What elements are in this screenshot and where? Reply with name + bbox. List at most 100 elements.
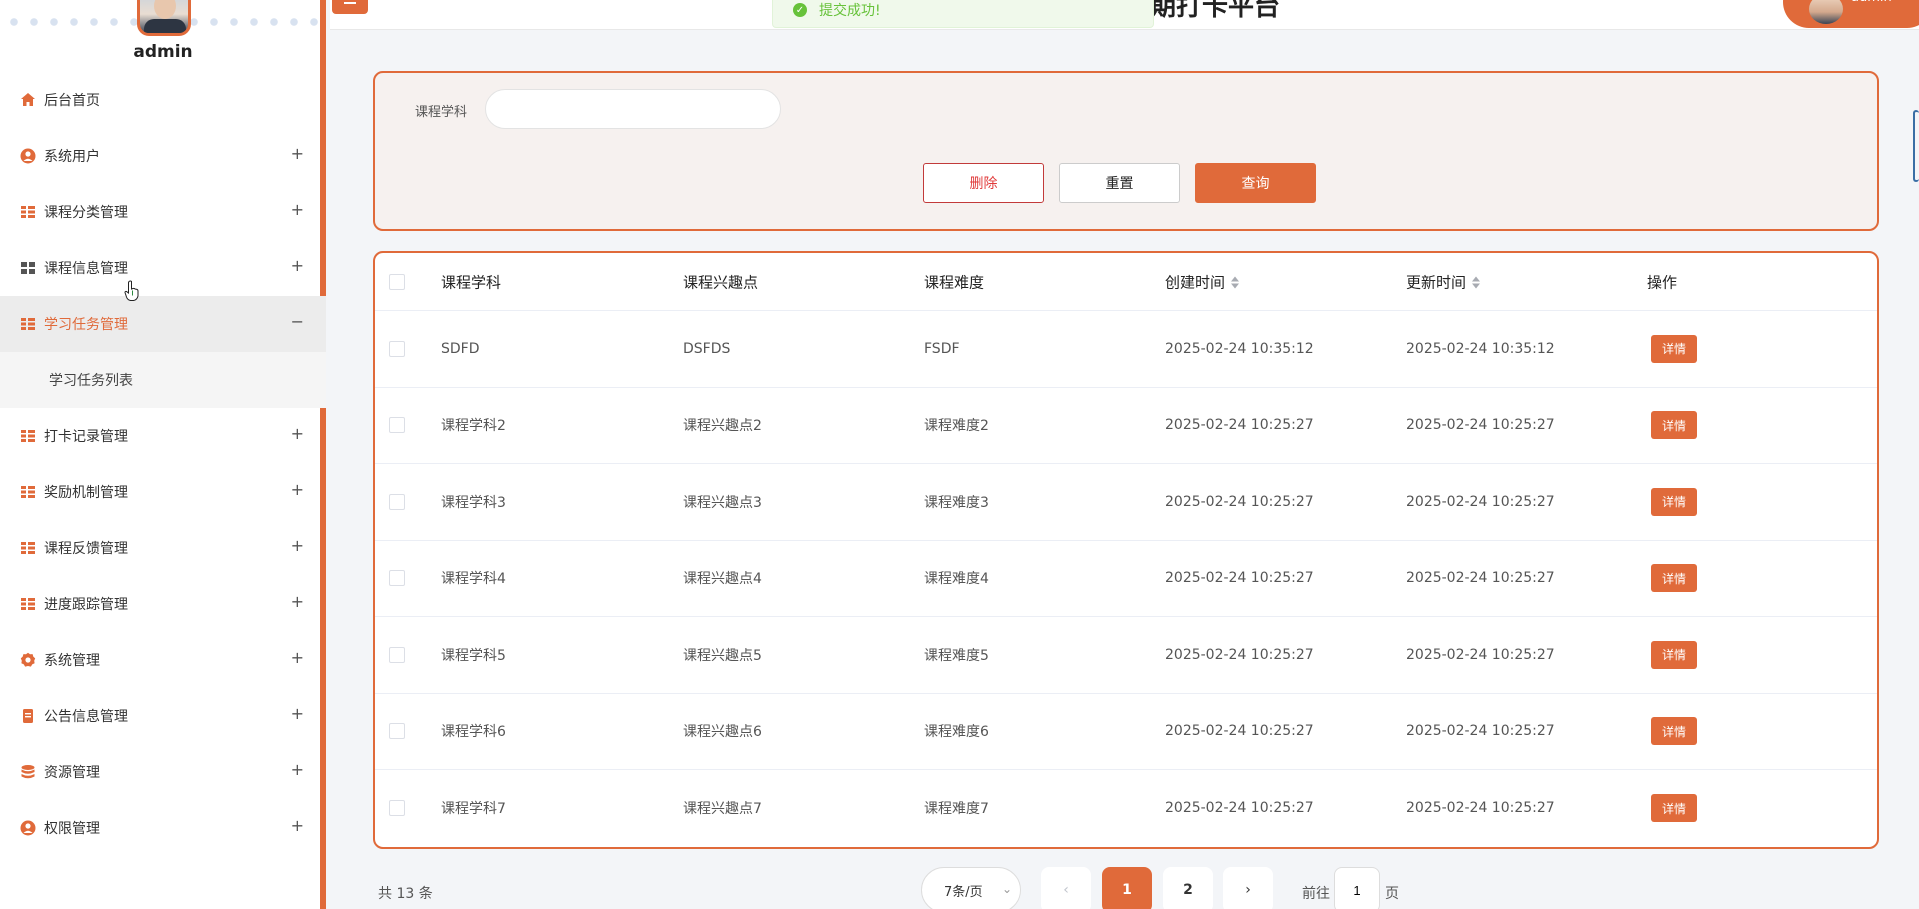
sidebar-username: admin (133, 42, 193, 62)
cell-created-time: 2025-02-24 10:25:27 (1165, 570, 1314, 587)
page-1-button[interactable]: 1 (1102, 867, 1152, 909)
sidebar-subitem-learning-task-list[interactable]: 学习任务列表 (0, 352, 326, 408)
cell-difficulty: 课程难度3 (924, 494, 989, 511)
sidebar-item-course-info[interactable]: 课程信息管理 + (0, 240, 326, 296)
expand-icon[interactable]: + (291, 144, 304, 163)
detail-button[interactable]: 详情 (1651, 487, 1697, 516)
search-label: 课程学科 (415, 105, 468, 120)
sidebar-item-permissions[interactable]: 权限管理 + (0, 800, 326, 856)
header-updated-time[interactable]: 更新时间 (1406, 271, 1481, 292)
cell-updated-time: 2025-02-24 10:25:27 (1406, 493, 1555, 510)
cell-interest-point: 课程兴趣点5 (683, 647, 762, 664)
row-checkbox[interactable] (389, 493, 405, 510)
cell-course-subject: SDFD (441, 340, 480, 357)
detail-button[interactable]: 详情 (1651, 564, 1697, 593)
cell-interest-point: DSFDS (683, 340, 731, 357)
detail-button[interactable]: 详情 (1651, 794, 1697, 823)
sidebar-item-label: 资源管理 (44, 765, 100, 781)
page-size-value: 7条/页 (944, 884, 983, 900)
grid-icon (21, 598, 35, 610)
user-menu[interactable]: admin (1783, 0, 1919, 28)
sidebar-item-label: 课程反馈管理 (44, 541, 128, 557)
expand-icon[interactable]: + (291, 704, 304, 723)
detail-button[interactable]: 详情 (1651, 717, 1697, 746)
cell-course-subject: 课程学科4 (441, 571, 506, 588)
cell-course-subject: 课程学科7 (441, 801, 506, 818)
expand-icon[interactable]: + (291, 256, 304, 275)
sidebar-item-learning-tasks[interactable]: 学习任务管理 − (0, 296, 326, 352)
sidebar-item-system-management[interactable]: 系统管理 + (0, 632, 326, 688)
hand-pointer-icon (124, 280, 139, 301)
sidebar-item-label: 奖励机制管理 (44, 485, 128, 501)
page-size-select[interactable]: 7条/页 ⌄ (921, 867, 1021, 909)
cell-updated-time: 2025-02-24 10:25:27 (1406, 723, 1555, 740)
sidebar-item-rewards[interactable]: 奖励机制管理 + (0, 464, 326, 520)
sidebar-item-system-users[interactable]: 系统用户 + (0, 128, 326, 184)
scroll-handle[interactable] (1913, 110, 1919, 182)
row-checkbox[interactable] (389, 800, 405, 817)
grid-icon (21, 262, 35, 274)
next-page-button[interactable]: › (1223, 867, 1273, 909)
sidebar-item-announcements[interactable]: 公告信息管理 + (0, 688, 326, 744)
collapse-icon[interactable]: − (291, 312, 304, 331)
expand-icon[interactable]: + (291, 816, 304, 835)
expand-icon[interactable]: + (291, 424, 304, 443)
header-actions: 操作 (1647, 273, 1678, 291)
cell-created-time: 2025-02-24 10:25:27 (1165, 723, 1314, 740)
expand-icon[interactable]: + (291, 480, 304, 499)
sidebar-item-course-feedback[interactable]: 课程反馈管理 + (0, 520, 326, 576)
select-all-checkbox[interactable] (389, 273, 405, 290)
detail-button[interactable]: 详情 (1651, 334, 1697, 363)
sidebar-item-resources[interactable]: 资源管理 + (0, 744, 326, 800)
site-title: 期打卡平台 (1150, 0, 1281, 22)
sidebar-item-label: 公告信息管理 (44, 709, 128, 725)
table-row: 课程学科7 课程兴趣点7 课程难度7 2025-02-24 10:25:27 2… (375, 770, 1877, 847)
grid-icon (21, 318, 35, 330)
sidebar-item-label: 学习任务管理 (44, 317, 128, 333)
user-icon (20, 148, 36, 164)
chevron-down-icon: ⌄ (1001, 882, 1012, 896)
sidebar-item-label: 课程信息管理 (44, 261, 128, 277)
expand-icon[interactable]: + (291, 200, 304, 219)
row-checkbox[interactable] (389, 340, 405, 357)
goto-page-input[interactable] (1334, 867, 1380, 909)
cell-difficulty: 课程难度2 (924, 418, 989, 435)
row-checkbox[interactable] (389, 723, 405, 740)
sidebar-item-course-category[interactable]: 课程分类管理 + (0, 184, 326, 240)
cell-updated-time: 2025-02-24 10:25:27 (1406, 417, 1555, 434)
cell-difficulty: FSDF (924, 340, 960, 357)
sidebar-toggle-button[interactable] (332, 0, 368, 14)
course-subject-input[interactable] (485, 89, 781, 129)
table-row: 课程学科5 课程兴趣点5 课程难度5 2025-02-24 10:25:27 2… (375, 617, 1877, 694)
detail-button[interactable]: 详情 (1651, 640, 1697, 669)
table-row: 课程学科6 课程兴趣点6 课程难度6 2025-02-24 10:25:27 2… (375, 694, 1877, 770)
total-count: 共 13 条 (378, 886, 433, 902)
row-checkbox[interactable] (389, 417, 405, 434)
sidebar-item-label: 打卡记录管理 (44, 429, 128, 445)
sidebar-item-progress-tracking[interactable]: 进度跟踪管理 + (0, 576, 326, 632)
delete-button[interactable]: 删除 (923, 163, 1044, 203)
grid-icon (21, 542, 35, 554)
sort-icon[interactable] (1472, 276, 1481, 290)
sidebar-item-home[interactable]: 后台首页 (0, 72, 326, 128)
task-table: 课程学科 课程兴趣点 课程难度 创建时间 更新时间 操作 SDFD DSFDS … (373, 251, 1879, 849)
header-interest-point: 课程兴趣点 (683, 273, 759, 291)
expand-icon[interactable]: + (291, 592, 304, 611)
prev-page-button[interactable]: ‹ (1041, 867, 1091, 909)
reset-button[interactable]: 重置 (1059, 163, 1180, 203)
document-icon (23, 709, 33, 723)
cell-interest-point: 课程兴趣点2 (683, 418, 762, 435)
sort-icon[interactable] (1231, 276, 1240, 290)
row-checkbox[interactable] (389, 570, 405, 587)
detail-button[interactable]: 详情 (1651, 411, 1697, 440)
expand-icon[interactable]: + (291, 760, 304, 779)
sidebar-item-checkin-records[interactable]: 打卡记录管理 + (0, 408, 326, 464)
table-row: 课程学科3 课程兴趣点3 课程难度3 2025-02-24 10:25:27 2… (375, 464, 1877, 541)
query-button[interactable]: 查询 (1195, 163, 1316, 203)
header-created-time[interactable]: 创建时间 (1165, 271, 1240, 292)
expand-icon[interactable]: + (291, 648, 304, 667)
row-checkbox[interactable] (389, 646, 405, 663)
cell-difficulty: 课程难度5 (924, 647, 989, 664)
page-2-button[interactable]: 2 (1163, 867, 1213, 909)
expand-icon[interactable]: + (291, 536, 304, 555)
